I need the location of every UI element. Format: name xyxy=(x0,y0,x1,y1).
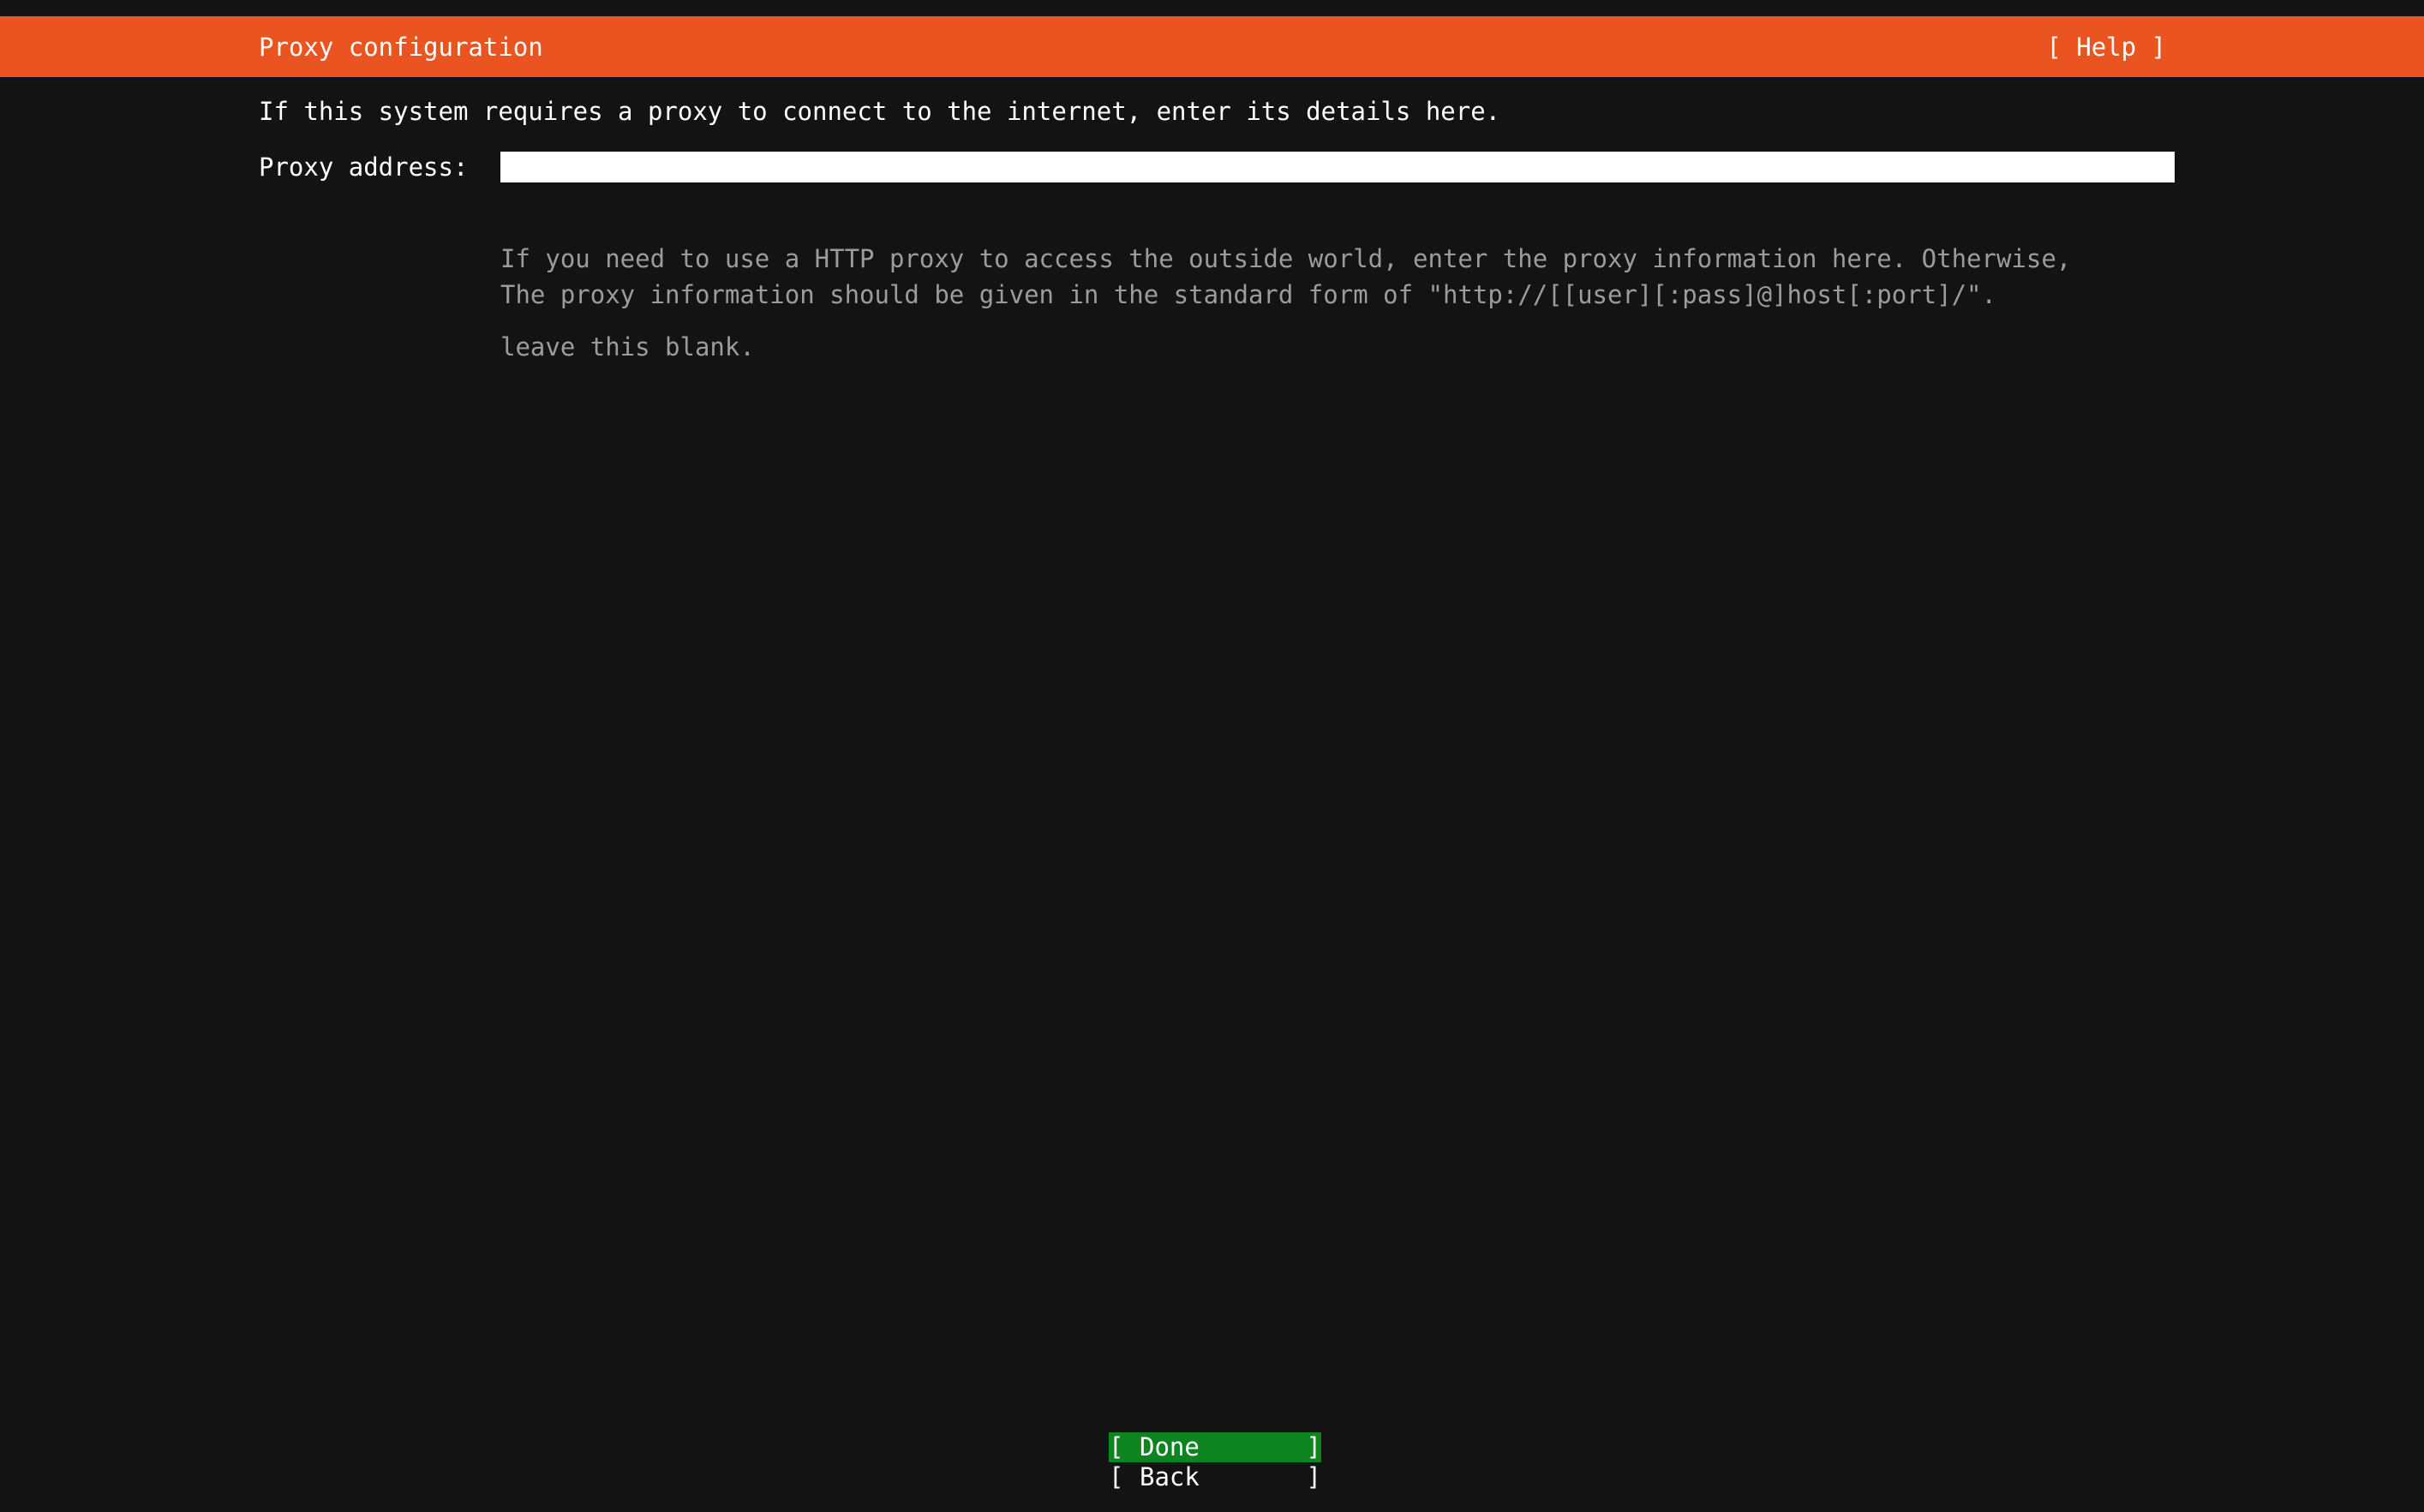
proxy-help-line: leave this blank. xyxy=(500,332,2071,362)
done-button-close-bracket: ] xyxy=(1306,1432,1321,1462)
back-button-close-bracket: ] xyxy=(1306,1462,1321,1492)
proxy-address-label: Proxy address: xyxy=(259,152,468,182)
proxy-format-note: The proxy information should be given in… xyxy=(500,280,1996,310)
done-button-label: Done xyxy=(1140,1432,1306,1462)
help-button[interactable]: [ Help ] xyxy=(2046,33,2166,62)
done-button[interactable]: [ Done ] xyxy=(1109,1432,1321,1462)
back-button-open-bracket: [ xyxy=(1109,1462,1124,1492)
intro-text: If this system requires a proxy to conne… xyxy=(259,97,1500,127)
proxy-address-input[interactable] xyxy=(500,152,2175,182)
header-bar: Proxy configuration [ Help ] xyxy=(0,16,2424,77)
done-button-open-bracket: [ xyxy=(1109,1432,1124,1462)
installer-screen: Proxy configuration [ Help ] If this sys… xyxy=(0,0,2424,1512)
page-title: Proxy configuration xyxy=(259,33,543,62)
back-button-label: Back xyxy=(1140,1462,1306,1492)
back-button[interactable]: [ Back ] xyxy=(1109,1462,1321,1492)
proxy-help-line: If you need to use a HTTP proxy to acces… xyxy=(500,244,2071,274)
